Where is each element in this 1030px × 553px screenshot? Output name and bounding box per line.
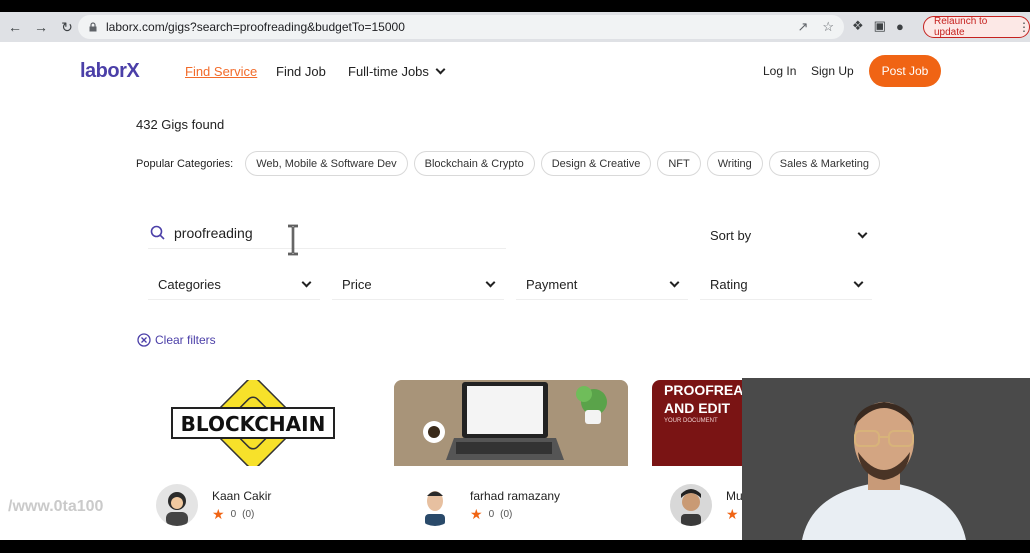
back-icon[interactable]: ← [4, 16, 26, 38]
category-chip[interactable]: Blockchain & Crypto [413, 151, 535, 176]
search-value: proofreading [174, 225, 253, 241]
star-icon: ★ [212, 506, 225, 522]
rating: ★ 0 (0) [470, 507, 560, 521]
close-circle-icon [137, 333, 151, 347]
popular-categories: Popular Categories: Web, Mobile & Softwa… [136, 151, 886, 176]
forward-icon[interactable]: → [30, 16, 52, 38]
login-link[interactable]: Log In [763, 64, 796, 78]
filter-price-label: Price [342, 277, 372, 292]
presenter-video-image [742, 378, 1030, 540]
post-job-button[interactable]: Post Job [869, 55, 941, 87]
star-icon: ★ [726, 506, 739, 522]
text-cursor-icon [288, 224, 298, 256]
avatar[interactable] [156, 484, 198, 526]
gig-card[interactable]: BLOCKCHAIN Kaan Cakir ★ 0 (0) [136, 380, 370, 540]
address-bar[interactable]: laborx.com/gigs?search=proofreading&budg… [78, 15, 844, 39]
rating: ★ 0 (0) [212, 507, 271, 521]
relaunch-button[interactable]: Relaunch to update [923, 16, 1030, 38]
filter-payment-label: Payment [526, 277, 578, 292]
rating-value: 0 [488, 508, 495, 520]
filter-payment[interactable]: Payment [516, 270, 688, 300]
author-name[interactable]: Mu [726, 489, 743, 503]
gig-author: farhad ramazany ★ 0 (0) [414, 484, 560, 526]
category-chip[interactable]: Sales & Marketing [768, 151, 881, 176]
category-chip[interactable]: Writing [706, 151, 763, 176]
watermark-text: /www.0ta100 [8, 498, 104, 515]
profile-icon[interactable]: ● [896, 19, 904, 34]
gig-image-text: YOUR DOCUMENT [664, 418, 718, 424]
chevron-down-icon [435, 64, 446, 75]
gig-author: Mu ★ [670, 484, 743, 526]
review-count: (0) [500, 508, 513, 520]
results-count: 432 Gigs found [136, 117, 225, 132]
nav-fulltime-jobs-label: Full-time Jobs [348, 64, 429, 79]
gig-image [394, 380, 628, 466]
clear-filters-button[interactable]: Clear filters [137, 333, 216, 347]
sort-by-label: Sort by [710, 227, 752, 243]
review-count: (0) [242, 508, 255, 520]
clear-filters-label: Clear filters [155, 333, 216, 347]
category-chip[interactable]: Design & Creative [540, 151, 652, 176]
filter-rating[interactable]: Rating [700, 270, 872, 300]
browser-toolbar: ← → ↻ laborx.com/gigs?search=proofreadin… [0, 12, 1030, 42]
star-icon: ★ [470, 506, 483, 522]
sort-by-select[interactable]: Sort by [704, 222, 872, 248]
category-chip[interactable]: Web, Mobile & Software Dev [245, 151, 408, 176]
side-panel-icon[interactable]: ▣ [874, 18, 886, 34]
rating: ★ [726, 507, 743, 521]
avatar[interactable] [670, 484, 712, 526]
laborx-logo[interactable]: laborX [80, 60, 140, 83]
reload-icon[interactable]: ↻ [56, 16, 78, 38]
lock-icon [89, 22, 97, 32]
url-text: laborx.com/gigs?search=proofreading&budg… [106, 20, 405, 34]
chevron-down-icon [301, 277, 312, 288]
author-name[interactable]: Kaan Cakir [212, 489, 271, 503]
search-icon [150, 225, 165, 240]
gig-image-text: BLOCKCHAIN [180, 412, 326, 436]
gig-image: BLOCKCHAIN [136, 380, 370, 466]
chevron-down-icon [853, 277, 864, 288]
filter-price[interactable]: Price [332, 270, 504, 300]
filter-categories-label: Categories [158, 277, 221, 292]
nav-find-service[interactable]: Find Service [185, 64, 257, 79]
rating-value: 0 [230, 508, 237, 520]
chevron-down-icon [669, 277, 680, 288]
menu-kebab-icon[interactable]: ⋮ [1018, 20, 1030, 34]
chevron-down-icon [485, 277, 496, 288]
bookmark-star-icon[interactable]: ☆ [822, 19, 834, 35]
chevron-down-icon [857, 228, 868, 238]
author-name[interactable]: farhad ramazany [470, 489, 560, 503]
popular-categories-label: Popular Categories: [136, 157, 234, 170]
category-chip[interactable]: NFT [657, 151, 701, 176]
gig-author: Kaan Cakir ★ 0 (0) [156, 484, 271, 526]
gig-card[interactable]: farhad ramazany ★ 0 (0) [394, 380, 628, 540]
signup-link[interactable]: Sign Up [811, 64, 854, 78]
extensions-puzzle-icon[interactable]: ❖ [852, 18, 864, 34]
laptop-desk-image [394, 380, 628, 466]
avatar[interactable] [414, 484, 456, 526]
gig-image-text: AND EDIT [664, 400, 731, 416]
search-input[interactable]: proofreading [148, 218, 506, 249]
filter-rating-label: Rating [710, 277, 748, 292]
nav-fulltime-jobs[interactable]: Full-time Jobs [348, 64, 446, 79]
gig-image-text: PROOFREA [664, 382, 744, 398]
site-header: laborX Find Service Find Job Full-time J… [0, 42, 1030, 100]
nav-find-job[interactable]: Find Job [276, 64, 326, 79]
share-icon[interactable]: ↗ [797, 19, 808, 35]
filter-categories[interactable]: Categories [148, 270, 320, 300]
webcam-overlay [742, 378, 1030, 540]
